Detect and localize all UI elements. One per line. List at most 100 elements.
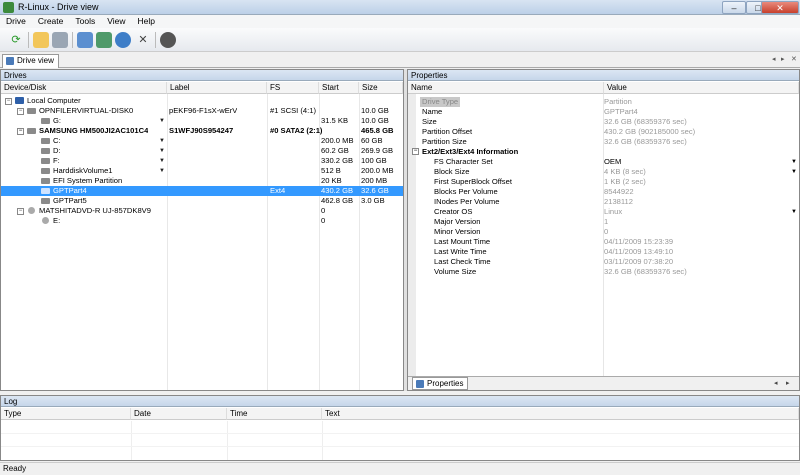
- chevron-down-icon[interactable]: ▼: [159, 166, 165, 176]
- tree-row-partition[interactable]: G: ▼ 31.5 KB 10.0 GB: [1, 116, 403, 126]
- log-column-date[interactable]: Date: [131, 408, 227, 420]
- device-size: 200.0 MB: [361, 166, 394, 175]
- network-icon[interactable]: [115, 32, 131, 48]
- toolbar-separator: [155, 32, 156, 48]
- tree-row-partition[interactable]: EFI System Partition 20 KB 200 MB: [1, 176, 403, 186]
- property-group-row[interactable]: − Ext2/Ext3/Ext4 Information: [408, 147, 799, 157]
- tree-row-partition[interactable]: F: ▼ 330.2 GB 100 GB: [1, 156, 403, 166]
- chevron-down-icon[interactable]: ▼: [159, 156, 165, 166]
- refresh-icon[interactable]: ⟳: [8, 32, 24, 48]
- chevron-down-icon[interactable]: ▼: [791, 167, 797, 177]
- menu-tools[interactable]: Tools: [69, 15, 101, 28]
- tree-row-partition[interactable]: E: 0: [1, 216, 403, 226]
- tab-drive-view[interactable]: Drive view: [2, 54, 59, 68]
- column-start[interactable]: Start: [319, 82, 359, 94]
- device-label: pEKF96-F1sX-wErV: [169, 106, 238, 115]
- device-start: 0: [321, 216, 326, 225]
- column-device-disk[interactable]: Device/Disk: [1, 82, 167, 94]
- property-row[interactable]: INodes Per Volume 2138112: [408, 197, 799, 207]
- menu-drive[interactable]: Drive: [0, 15, 32, 28]
- property-row[interactable]: Name GPTPart4: [408, 107, 799, 117]
- toolbar: ⟳ ✕: [0, 28, 800, 52]
- tree-row-local-computer[interactable]: − Local Computer: [1, 96, 403, 106]
- optical-disc-icon: [42, 217, 49, 224]
- tab-properties[interactable]: Properties: [412, 377, 469, 390]
- tab-scroll-left-icon[interactable]: ◂: [774, 379, 778, 387]
- recover-icon[interactable]: [77, 32, 93, 48]
- tree-row-disk[interactable]: − OPNFILERVIRTUAL-DISK0 pEKF96-F1sX-wErV…: [1, 106, 403, 116]
- chevron-down-icon[interactable]: ▼: [159, 116, 165, 126]
- log-column-time[interactable]: Time: [227, 408, 322, 420]
- drives-panel: Drives Device/Disk Label FS Start Size −…: [0, 69, 404, 391]
- property-row[interactable]: Blocks Per Volume 8544922: [408, 187, 799, 197]
- device-name: C:: [53, 136, 61, 145]
- column-label[interactable]: Label: [167, 82, 267, 94]
- property-row[interactable]: Partition Offset 430.2 GB (902185000 sec…: [408, 127, 799, 137]
- collapse-icon[interactable]: −: [17, 208, 24, 215]
- property-row[interactable]: First SuperBlock Offset 1 KB (2 sec): [408, 177, 799, 187]
- tree-row-disk[interactable]: − SAMSUNG HM500JI2AC101C4 S1WFJ90S954247…: [1, 126, 403, 136]
- toolbar-separator: [28, 32, 29, 48]
- scan-icon[interactable]: [52, 32, 68, 48]
- property-row[interactable]: Minor Version 0: [408, 227, 799, 237]
- property-row[interactable]: Last Mount Time 04/11/2009 15:23:39: [408, 237, 799, 247]
- tab-scroll-right-icon[interactable]: ▸: [786, 379, 790, 387]
- chevron-down-icon[interactable]: ▼: [791, 157, 797, 167]
- property-value: 2138112: [604, 197, 633, 206]
- open-image-icon[interactable]: [33, 32, 49, 48]
- partition-icon: [41, 118, 50, 124]
- property-row[interactable]: Drive Type Partition: [408, 97, 799, 107]
- property-value: 1 KB (2 sec): [604, 177, 646, 186]
- property-name: Last Check Time: [434, 257, 491, 266]
- close-button[interactable]: ✕: [761, 1, 799, 14]
- partition-icon: [41, 158, 50, 164]
- stop-icon[interactable]: [160, 32, 176, 48]
- hard-disk-icon: [27, 128, 36, 134]
- device-fs: #0 SATA2 (2:1): [270, 126, 323, 135]
- tree-row-partition[interactable]: C: ▼ 200.0 MB 60 GB: [1, 136, 403, 146]
- tree-row-partition-selected[interactable]: GPTPart4 Ext4 430.2 GB 32.6 GB: [1, 186, 403, 196]
- property-row[interactable]: FS Character Set OEM ▼: [408, 157, 799, 167]
- menu-create[interactable]: Create: [32, 15, 70, 28]
- tree-row-partition[interactable]: GPTPart5 462.8 GB 3.0 GB: [1, 196, 403, 206]
- log-column-type[interactable]: Type: [1, 408, 131, 420]
- collapse-icon[interactable]: −: [5, 98, 12, 105]
- property-row[interactable]: Creator OS Linux ▼: [408, 207, 799, 217]
- column-divider: [322, 421, 323, 460]
- tree-row-disk[interactable]: − MATSHITADVD-R UJ-857DK8V9 0: [1, 206, 403, 216]
- collapse-icon[interactable]: −: [412, 148, 419, 155]
- chevron-down-icon[interactable]: ▼: [159, 136, 165, 146]
- toolbar-separator: [72, 32, 73, 48]
- device-name: MATSHITADVD-R UJ-857DK8V9: [39, 206, 151, 215]
- property-value: 04/11/2009 13:49:10: [604, 247, 674, 256]
- collapse-icon[interactable]: −: [17, 128, 24, 135]
- column-fs[interactable]: FS: [267, 82, 319, 94]
- property-row[interactable]: Last Check Time 03/11/2009 07:38:20: [408, 257, 799, 267]
- tab-scroll-left-icon[interactable]: ◂: [772, 55, 776, 63]
- tree-row-partition[interactable]: HarddiskVolume1 ▼ 512 B 200.0 MB: [1, 166, 403, 176]
- property-row[interactable]: Last Write Time 04/11/2009 13:49:10: [408, 247, 799, 257]
- recover-marked-icon[interactable]: [96, 32, 112, 48]
- log-column-text[interactable]: Text: [322, 408, 799, 420]
- tab-label: Properties: [427, 379, 464, 388]
- device-size: 32.6 GB: [361, 186, 389, 195]
- column-name[interactable]: Name: [408, 82, 604, 94]
- property-row[interactable]: Volume Size 32.6 GB (68359376 sec): [408, 267, 799, 277]
- chevron-down-icon[interactable]: ▼: [791, 207, 797, 217]
- column-value[interactable]: Value: [604, 82, 799, 94]
- property-row[interactable]: Major Version 1: [408, 217, 799, 227]
- property-row[interactable]: Size 32.6 GB (68359376 sec): [408, 117, 799, 127]
- column-size[interactable]: Size: [359, 82, 403, 94]
- menu-view[interactable]: View: [101, 15, 131, 28]
- chevron-down-icon[interactable]: ▼: [159, 146, 165, 156]
- property-row[interactable]: Block Size 4 KB (8 sec) ▼: [408, 167, 799, 177]
- device-name: HarddiskVolume1: [53, 166, 113, 175]
- tree-row-partition[interactable]: D: ▼ 60.2 GB 269.9 GB: [1, 146, 403, 156]
- remove-icon[interactable]: ✕: [135, 32, 151, 48]
- property-row[interactable]: Partition Size 32.6 GB (68359376 sec): [408, 137, 799, 147]
- collapse-icon[interactable]: −: [17, 108, 24, 115]
- minimize-button[interactable]: –: [722, 1, 746, 14]
- menu-help[interactable]: Help: [131, 15, 160, 28]
- tab-close-icon[interactable]: ✕: [791, 55, 797, 63]
- tab-scroll-right-icon[interactable]: ▸: [781, 55, 785, 63]
